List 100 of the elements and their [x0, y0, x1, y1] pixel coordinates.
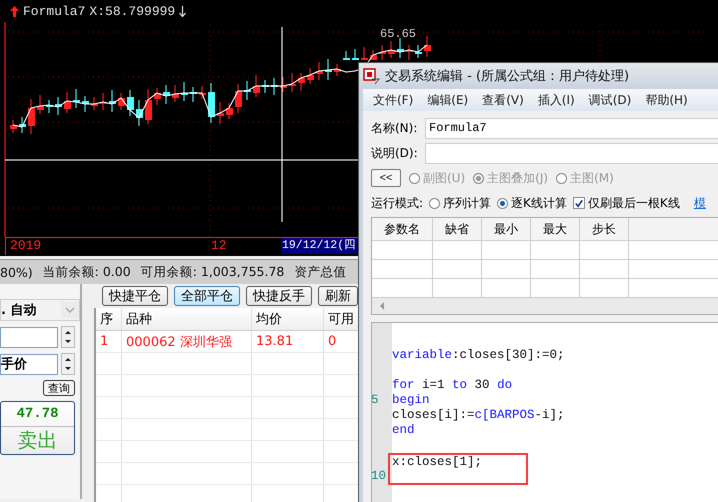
account-info: 可用余额: 1,003,755.78 [140, 264, 284, 280]
up-arrow-icon [10, 6, 19, 16]
candlestick [136, 100, 143, 126]
name-field[interactable]: Formula7 [425, 118, 718, 138]
column-header: 参数名 [372, 218, 433, 240]
candlestick [307, 68, 314, 84]
candlestick [280, 76, 287, 92]
action-button[interactable]: 刷新 [318, 286, 358, 306]
app-icon [363, 67, 381, 85]
candlestick [235, 84, 242, 114]
spinner-icon[interactable] [61, 353, 75, 375]
line-number: 10 [371, 469, 386, 484]
candlestick [316, 62, 323, 80]
candlestick [208, 82, 215, 124]
candlestick [370, 50, 377, 60]
candlestick [73, 88, 80, 108]
axis-label: 2019 [10, 238, 42, 254]
query-button[interactable]: 查询 [43, 380, 75, 396]
line-number: 5 [371, 393, 379, 408]
collapse-button[interactable]: << [371, 169, 401, 187]
action-button[interactable]: 快捷平仓 [102, 286, 168, 306]
candlestick [163, 84, 170, 104]
code-line: end [392, 423, 415, 437]
menu-item[interactable]: 插入(I) [538, 92, 575, 108]
candlestick [424, 36, 431, 58]
candlestick [28, 98, 35, 134]
column-header: 品种 [122, 308, 252, 330]
account-info: 资产总值 [294, 264, 346, 280]
dropdown-caret-icon[interactable] [61, 302, 79, 318]
candlestick [253, 74, 260, 98]
menu-item[interactable]: 编辑(E) [427, 92, 468, 108]
menu-item[interactable]: 文件(F) [373, 92, 414, 108]
code-line: for i=1 to 30 do [392, 378, 512, 392]
indicator-name: Formula7 [23, 4, 86, 18]
candlestick [415, 44, 422, 58]
candlestick [334, 64, 341, 76]
candlestick [109, 90, 116, 112]
candlestick [244, 80, 251, 100]
quantity-field[interactable] [0, 326, 58, 348]
candlestick [298, 72, 305, 92]
code-line: closes[i]:=c[BARPOS-i]; [392, 408, 565, 422]
mode-dropdown[interactable]: . 自动 [0, 299, 80, 321]
candlestick [145, 88, 152, 124]
indicator-reading: X:58.799999 [89, 4, 176, 18]
candlestick [262, 80, 269, 94]
radio-option[interactable]: 序列计算 [429, 194, 492, 212]
table-cell: 13.81 [252, 331, 324, 352]
candlestick [55, 96, 62, 116]
column-header: 步长 [580, 218, 629, 240]
table-cell: 000062 深圳华强 [122, 331, 252, 352]
description-field[interactable] [425, 142, 718, 164]
column-header: 最大 [531, 218, 580, 240]
code-line: variable:closes[30]:=0; [392, 348, 565, 362]
window-title: 交易系统编辑 - (所属公式组：用户待处理) [385, 68, 630, 85]
column-header: 最小 [482, 218, 531, 240]
refresh-checkbox[interactable]: 仅刷最后一根K线 [572, 194, 680, 212]
candlestick [397, 38, 404, 58]
account-info: 80%) [0, 264, 33, 280]
down-arrow-icon [179, 6, 186, 16]
run-mode-label: 运行模式: [371, 194, 424, 212]
candlestick [19, 116, 26, 134]
candlestick [100, 92, 107, 110]
column-header: 均价 [252, 308, 324, 330]
menu-item[interactable]: 帮助(H) [645, 92, 688, 108]
action-button[interactable]: 全部平仓 [174, 286, 240, 306]
price-label: 65.65 [380, 27, 416, 41]
radio-option[interactable]: 逐K线计算 [497, 194, 567, 212]
sell-button[interactable]: 47.78 卖出 [0, 401, 75, 455]
candlestick [406, 44, 413, 60]
column-header: 序 [96, 308, 122, 330]
checkmark-icon [574, 198, 584, 208]
axis-label: 19/12/12(四 [281, 238, 358, 254]
field-label: 名称(N): [371, 120, 418, 136]
candlestick [118, 92, 125, 110]
candlestick [352, 48, 359, 60]
candlestick [91, 96, 98, 110]
candlestick [82, 96, 89, 112]
menu-item[interactable]: 调试(D) [588, 92, 632, 108]
code-editor[interactable]: variable:closes[30]:=0; for i=1 to 30 do 5 begin closes[i]:=c[BARPOS-i]; end x:closes[1]; 10 [371, 322, 718, 502]
candlestick [325, 58, 332, 80]
candlestick [379, 44, 386, 60]
candlestick [271, 78, 278, 96]
candlestick [199, 86, 206, 100]
code-line: begin [392, 393, 430, 407]
price-type-field[interactable]: 手价 [0, 354, 58, 374]
candlestick [181, 82, 188, 102]
action-button[interactable]: 快捷反手 [246, 286, 312, 306]
scroll-left-icon[interactable] [378, 301, 386, 311]
link[interactable]: 模 [694, 194, 706, 212]
candlestick [343, 50, 350, 60]
candlestick [172, 84, 179, 102]
spinner-icon[interactable] [61, 326, 75, 348]
code-line: x:closes[1]; [392, 455, 482, 469]
candlestick [289, 72, 296, 92]
candlestick [388, 40, 395, 58]
candlestick [226, 102, 233, 120]
candlestick [37, 94, 44, 114]
candlestick [154, 88, 161, 106]
menu-item[interactable]: 查看(V) [482, 92, 524, 108]
candlestick [361, 46, 368, 60]
